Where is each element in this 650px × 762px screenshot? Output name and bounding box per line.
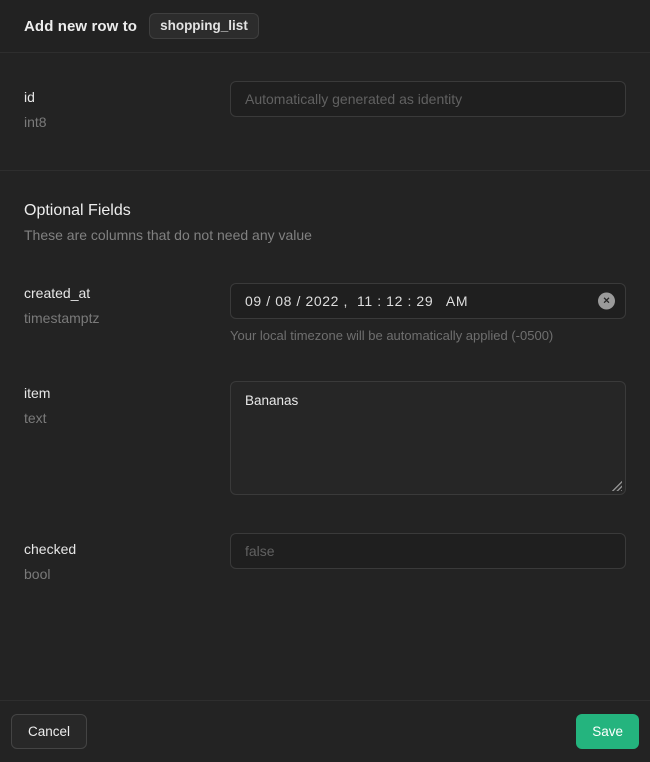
section-title: Optional Fields — [24, 202, 626, 220]
field-row-id: id int8 — [0, 53, 650, 171]
field-control-created-at: ✕ Your local timezone will be automatica… — [230, 283, 626, 343]
field-type-id: int8 — [24, 114, 230, 130]
field-row-checked: checked bool — [0, 533, 650, 582]
item-textarea[interactable]: Bananas — [230, 381, 626, 495]
id-input[interactable] — [230, 81, 626, 117]
checked-input[interactable] — [230, 533, 626, 569]
field-label-created-at: created_at timestamptz — [24, 283, 230, 326]
clear-datetime-icon[interactable]: ✕ — [598, 293, 615, 310]
panel-footer: Cancel Save — [0, 700, 650, 762]
field-name-id: id — [24, 89, 230, 105]
item-textarea-wrap: Bananas — [230, 381, 626, 495]
field-type-created-at: timestamptz — [24, 310, 230, 326]
timezone-helper-text: Your local timezone will be automaticall… — [230, 328, 626, 343]
panel-header: Add new row to shopping_list — [0, 0, 650, 53]
field-label-checked: checked bool — [24, 533, 230, 582]
datetime-input-wrap: ✕ — [230, 283, 626, 319]
field-name-created-at: created_at — [24, 285, 230, 301]
field-control-item: Bananas — [230, 381, 626, 495]
section-subtitle: These are columns that do not need any v… — [24, 227, 626, 243]
field-label-id: id int8 — [24, 81, 230, 130]
field-label-item: item text — [24, 381, 230, 426]
created-at-datetime-input[interactable] — [230, 283, 626, 319]
field-name-checked: checked — [24, 541, 230, 557]
optional-fields-section-header: Optional Fields These are columns that d… — [0, 171, 650, 243]
save-button[interactable]: Save — [576, 714, 639, 750]
field-row-created-at: created_at timestamptz ✕ Your local time… — [0, 283, 650, 343]
field-control-checked — [230, 533, 626, 569]
cancel-button[interactable]: Cancel — [11, 714, 87, 750]
field-row-item: item text Bananas — [0, 381, 650, 495]
panel-title: Add new row to — [24, 18, 137, 35]
table-name-badge: shopping_list — [149, 13, 259, 39]
field-control-id — [230, 81, 626, 117]
field-name-item: item — [24, 385, 230, 401]
field-type-checked: bool — [24, 566, 230, 582]
add-row-panel: Add new row to shopping_list id int8 Opt… — [0, 0, 650, 762]
panel-content: id int8 Optional Fields These are column… — [0, 53, 650, 700]
field-type-item: text — [24, 410, 230, 426]
